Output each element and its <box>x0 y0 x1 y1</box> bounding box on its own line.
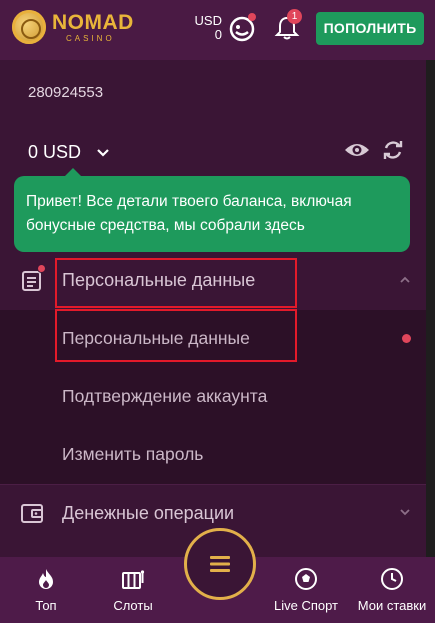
slots-icon <box>122 570 145 589</box>
nav-label-slots: Слоты <box>113 598 153 613</box>
clock-icon <box>381 568 403 590</box>
nav-item-live-sport[interactable]: Live Спорт <box>268 557 344 623</box>
submenu-label-change-password[interactable]: Изменить пароль <box>62 444 203 465</box>
nav-label-top: Топ <box>35 598 57 613</box>
nav-label-my-bets: Мои ставки <box>357 598 427 613</box>
nav-item-my-bets[interactable]: Мои ставки <box>350 557 434 623</box>
nav-item-slots[interactable]: Слоты <box>100 557 166 623</box>
submenu-label-verification[interactable]: Подтверждение аккаунта <box>62 386 267 407</box>
hamburger-icon <box>210 556 230 572</box>
refresh-icon[interactable] <box>382 139 404 161</box>
avatar-notification-dot <box>248 13 256 21</box>
menu-button[interactable] <box>184 528 256 600</box>
logo-icon[interactable] <box>12 10 46 44</box>
highlight-box-item <box>55 309 297 362</box>
topup-button[interactable]: ПОПОЛНИТЬ <box>316 12 424 45</box>
fire-icon <box>39 569 53 589</box>
account-id: 280924553 <box>28 84 104 101</box>
highlight-box-section <box>55 258 297 308</box>
section-notification-dot <box>37 264 46 273</box>
section-title-money[interactable]: Денежные операции <box>62 503 234 524</box>
soccer-ball-icon <box>295 568 317 590</box>
eye-icon[interactable] <box>344 140 370 160</box>
chevron-down-icon[interactable] <box>96 146 110 160</box>
brand-name[interactable]: NOMAD <box>52 11 134 35</box>
balance-tooltip: Привет! Все детали твоего баланса, включ… <box>14 168 410 252</box>
nav-item-top[interactable]: Топ <box>14 557 78 623</box>
currency-code: USD <box>194 13 222 28</box>
submenu-notification-dot <box>402 334 411 343</box>
wallet-icon <box>21 504 43 523</box>
chevron-up-icon[interactable] <box>398 273 412 287</box>
currency-amount: 0 <box>214 27 222 42</box>
header: NOMAD CASINO USD 0 1 ПОПОЛНИТЬ <box>0 0 435 60</box>
panel-edge <box>426 60 435 557</box>
balance-amount[interactable]: 0 USD <box>28 142 81 163</box>
notification-badge: 1 <box>287 9 302 24</box>
nav-label-live-sport: Live Спорт <box>273 598 339 613</box>
brand-subtitle: CASINO <box>66 34 115 43</box>
header-balance[interactable]: USD 0 <box>186 14 222 42</box>
chevron-down-icon[interactable] <box>398 505 412 519</box>
